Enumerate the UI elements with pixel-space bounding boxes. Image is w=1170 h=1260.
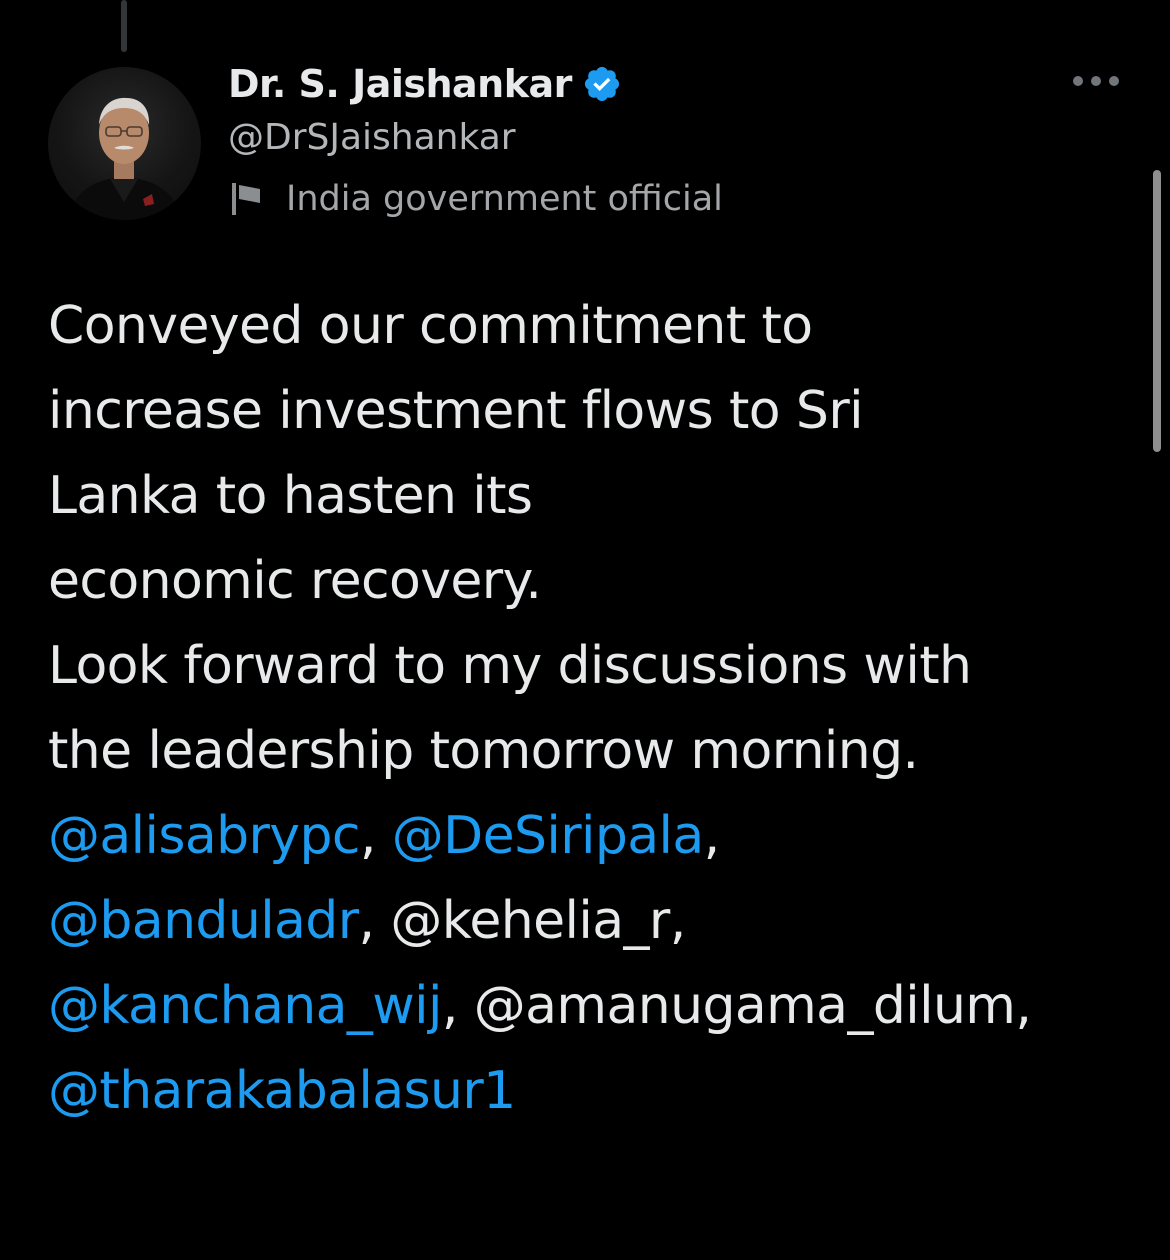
mention-separator: , (703, 806, 721, 866)
mention-separator: , (441, 976, 474, 1036)
more-options-icon[interactable] (1073, 68, 1119, 94)
tweet-line: Look forward to my discussions with (48, 636, 972, 696)
tweet-header: Dr. S. Jaishankar @DrSJaishankar India g… (228, 58, 723, 222)
mention-link[interactable]: @alisabrypc (48, 806, 360, 866)
display-name[interactable]: Dr. S. Jaishankar (228, 62, 572, 106)
affiliation-label-text: India government official (286, 179, 723, 219)
affiliation-label[interactable]: India government official (228, 176, 723, 222)
name-row: Dr. S. Jaishankar (228, 58, 723, 110)
mention-link[interactable]: @DeSiripala (392, 806, 705, 866)
dot (1109, 76, 1119, 86)
dot (1091, 76, 1101, 86)
mention-separator: , (1015, 976, 1032, 1036)
tweet-text: Conveyed our commitment to increase inve… (48, 284, 1138, 1134)
tweet-paragraph-1: Conveyed our commitment to increase inve… (48, 284, 1138, 624)
dot (1073, 76, 1083, 86)
mention-separator: , (669, 891, 687, 951)
mention-text: @kehelia_r (390, 891, 670, 951)
tweet-line: Conveyed our commitment to (48, 296, 813, 356)
avatar-portrait-image (68, 97, 181, 220)
mention-separator: , (358, 891, 391, 951)
tweet-line: economic recovery. (48, 551, 542, 611)
verified-badge-icon[interactable] (582, 64, 622, 104)
thread-connector-line (121, 0, 127, 52)
tweet-paragraph-2: Look forward to my discussions with the … (48, 624, 1138, 794)
user-handle[interactable]: @DrSJaishankar (228, 114, 723, 162)
tweet-line: increase investment flows to Sri (48, 381, 864, 441)
tweet-line: Lanka to hasten its (48, 466, 533, 526)
scrollbar[interactable] (1153, 170, 1161, 452)
mention-link[interactable]: @tharakabalasur1 (48, 1061, 516, 1121)
mention-separator: , (359, 806, 392, 866)
mention-text: @amanugama_dilum (473, 976, 1016, 1036)
mention-link[interactable]: @kanchana_wij (48, 976, 442, 1036)
flag-icon (230, 181, 264, 217)
avatar[interactable] (48, 67, 201, 220)
mention-link[interactable]: @banduladr (48, 891, 359, 951)
tweet-line: the leadership tomorrow morning. (48, 721, 919, 781)
tweet-mentions: @alisabrypc, @DeSiripala, @banduladr, @k… (48, 794, 1138, 1134)
